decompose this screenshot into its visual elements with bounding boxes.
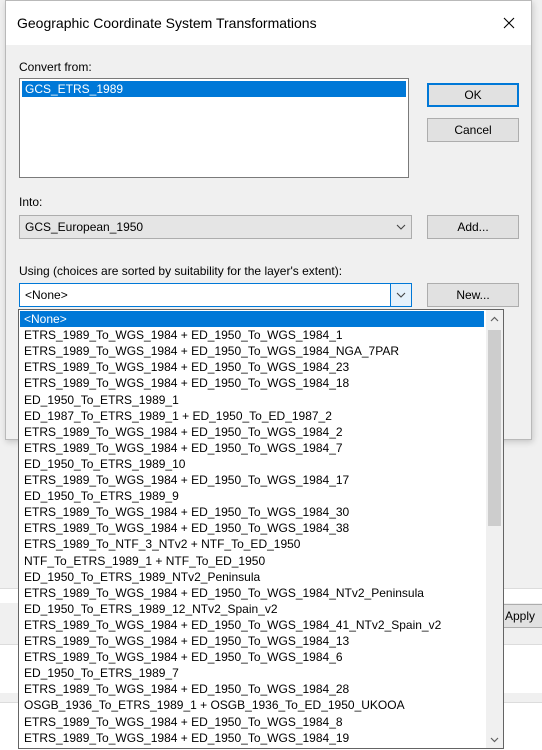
dropdown-option[interactable]: ETRS_1989_To_WGS_1984 + ED_1950_To_WGS_1… bbox=[20, 681, 484, 697]
using-dropdown-list[interactable]: ETRS_1989_To_WGS_1984 + ED_1950_To_WGS_1… bbox=[18, 309, 504, 749]
dropdown-option[interactable]: <None> bbox=[20, 311, 484, 327]
dropdown-option[interactable]: ETRS_1989_To_WGS_1984 + ED_1950_To_WGS_1… bbox=[20, 617, 484, 633]
dropdown-option[interactable]: ED_1950_To_ETRS_1989_NTv2_Peninsula bbox=[20, 569, 484, 585]
dialog-title: Geographic Coordinate System Transformat… bbox=[17, 15, 317, 31]
using-combobox[interactable]: <None> bbox=[19, 283, 412, 307]
dropdown-scrollbar[interactable] bbox=[486, 310, 503, 748]
dropdown-option[interactable]: ED_1950_To_ETRS_1989_9 bbox=[20, 488, 484, 504]
dropdown-option[interactable]: ETRS_1989_To_WGS_1984 + ED_1950_To_WGS_1… bbox=[20, 359, 484, 375]
dropdown-option[interactable]: ETRS_1989_To_WGS_1984 + ED_1950_To_WGS_1… bbox=[20, 730, 484, 746]
scroll-up-button[interactable] bbox=[486, 310, 503, 327]
dropdown-option[interactable]: ETRS_1989_To_WGS_1984 + ED_1950_To_WGS_1… bbox=[20, 327, 484, 343]
using-combobox-value: <None> bbox=[25, 288, 68, 302]
new-button[interactable]: New... bbox=[427, 283, 519, 307]
using-combobox-arrow[interactable] bbox=[390, 284, 411, 306]
into-label: Into: bbox=[19, 195, 43, 209]
into-combobox-value: GCS_European_1950 bbox=[25, 220, 144, 234]
dropdown-option[interactable]: ED_1950_To_ETRS_1989_1 bbox=[20, 392, 484, 408]
dropdown-option[interactable]: ETRS_1989_To_WGS_1984 + ED_1950_To_WGS_1… bbox=[20, 714, 484, 730]
into-combobox-arrow[interactable] bbox=[391, 216, 411, 238]
dropdown-option[interactable]: ETRS_1989_To_WGS_1984 + ED_1950_To_WGS_1… bbox=[20, 504, 484, 520]
dropdown-option[interactable]: ED_1950_To_ETRS_1989_12_NTv2_Spain_v2 bbox=[20, 601, 484, 617]
scroll-up-arrow-icon bbox=[490, 316, 499, 321]
ok-button[interactable]: OK bbox=[427, 83, 519, 107]
dropdown-option[interactable]: ED_1987_To_ETRS_1989_1 + ED_1950_To_ED_1… bbox=[20, 408, 484, 424]
dropdown-option[interactable]: ED_1950_To_ETRS_1989_7 bbox=[20, 665, 484, 681]
close-button[interactable] bbox=[487, 1, 531, 45]
dropdown-option[interactable]: ETRS_1989_To_WGS_1984 + ED_1950_To_WGS_1… bbox=[20, 472, 484, 488]
convert-from-label: Convert from: bbox=[19, 60, 92, 74]
scroll-down-arrow-icon bbox=[490, 737, 499, 742]
convert-from-listbox[interactable]: GCS_ETRS_1989 bbox=[19, 78, 409, 178]
chevron-down-icon bbox=[396, 292, 406, 298]
dropdown-option[interactable]: ETRS_1989_To_WGS_1984 + ED_1950_To_WGS_1… bbox=[20, 633, 484, 649]
dropdown-option[interactable]: ETRS_1989_To_WGS_1984 + ED_1950_To_WGS_1… bbox=[20, 424, 484, 440]
dropdown-option[interactable]: ETRS_1989_To_WGS_1984 + ED_1950_To_WGS_1… bbox=[20, 585, 484, 601]
dropdown-option[interactable]: ETRS_1989_To_WGS_1984 + ED_1950_To_WGS_1… bbox=[20, 440, 484, 456]
cancel-button[interactable]: Cancel bbox=[427, 118, 519, 142]
add-button[interactable]: Add... bbox=[427, 215, 519, 239]
close-icon bbox=[503, 17, 515, 29]
dropdown-option[interactable]: ETRS_1989_To_WGS_1984 + ED_1950_To_WGS_1… bbox=[20, 649, 484, 665]
dropdown-option[interactable]: ETRS_1989_To_WGS_1984 + ED_1950_To_WGS_1… bbox=[20, 343, 484, 359]
background-apply-button[interactable]: Apply bbox=[502, 604, 542, 628]
into-combobox[interactable]: GCS_European_1950 bbox=[19, 215, 412, 239]
scroll-thumb[interactable] bbox=[488, 330, 501, 526]
chevron-down-icon bbox=[396, 224, 406, 230]
dropdown-option[interactable]: ETRS_1989_To_WGS_1984 + ED_1950_To_WGS_1… bbox=[20, 520, 484, 536]
dropdown-option[interactable]: ED_1950_To_ETRS_1989_10 bbox=[20, 456, 484, 472]
dropdown-option[interactable]: OSGB_1936_To_ETRS_1989_1 + OSGB_1936_To_… bbox=[20, 697, 484, 713]
title-bar: Geographic Coordinate System Transformat… bbox=[6, 1, 531, 45]
dropdown-option[interactable]: ETRS_1989_To_WGS_1984 + ED_1950_To_WGS_1… bbox=[20, 375, 484, 391]
using-label: Using (choices are sorted by suitability… bbox=[19, 264, 343, 278]
dropdown-option[interactable]: NTF_To_ETRS_1989_1 + NTF_To_ED_1950 bbox=[20, 553, 484, 569]
scroll-down-button[interactable] bbox=[486, 731, 503, 748]
convert-from-selected-item[interactable]: GCS_ETRS_1989 bbox=[22, 81, 406, 97]
dropdown-option[interactable]: ETRS_1989_To_NTF_3_NTv2 + NTF_To_ED_1950 bbox=[20, 536, 484, 552]
